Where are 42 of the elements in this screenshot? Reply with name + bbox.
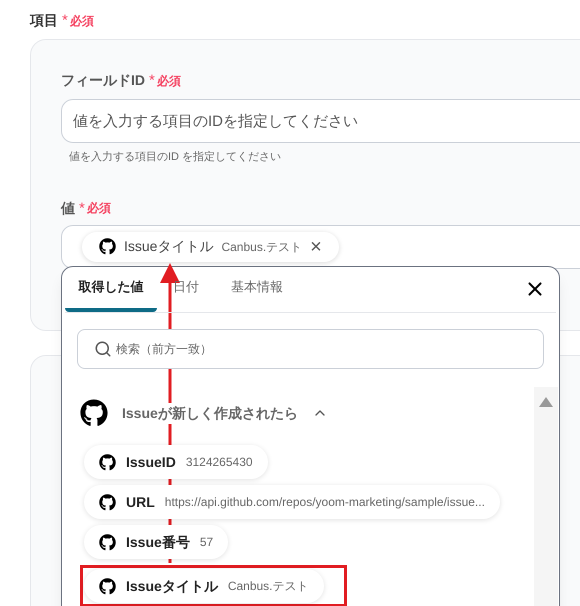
octocat-icon [99,494,116,510]
group-title: Issueが新しく作成されたら [122,402,298,424]
item-name: Issue番号 [126,532,190,552]
item-value: Canbus.テスト [228,578,309,595]
required-asterisk: * [62,13,68,28]
octocat-icon [80,399,108,427]
required-label: 必須 [70,12,94,30]
value-item[interactable]: URL https://api.github.com/repos/yoom-marketing/sample/issue... [84,485,500,519]
required-asterisk: * [149,73,155,88]
octocat-icon [99,238,116,255]
item-value: 3124265430 [186,454,253,471]
field-id-input[interactable]: 値を入力する項目のIDを指定してください [61,99,580,143]
chip-value: Canbus.テスト [221,238,302,256]
chip-name: Issueタイトル [124,237,214,256]
octocat-icon [99,534,116,550]
value-item[interactable]: IssueID 3124265430 [84,445,268,479]
search-input[interactable]: 検索（前方一致） [116,340,527,358]
search-field[interactable]: 検索（前方一致） [77,329,544,369]
item-value: 57 [200,534,214,551]
octocat-icon [99,454,116,470]
required-asterisk: * [79,200,85,216]
field-label: フィールドID [61,71,145,90]
section-label: 項目 [30,11,58,30]
tab[interactable]: 日付 [157,266,215,312]
field-label: 値 [61,198,75,218]
required-label: 必須 [156,72,181,90]
octocat-icon [99,578,116,594]
tab[interactable]: 取得した値 [65,266,157,312]
tab[interactable]: 基本情報 [215,266,299,312]
scrollbar[interactable] [534,387,558,606]
scroll-up-icon[interactable] [539,397,553,407]
item-name: IssueID [126,452,176,472]
item-name: URL [126,492,155,512]
item-name: Issueタイトル [126,576,218,596]
search-icon [94,340,112,358]
value-item[interactable]: Issue番号 57 [84,525,228,559]
chip-close-button[interactable]: × [310,236,322,256]
value-item[interactable]: Issueタイトル Canbus.テスト [84,569,324,603]
field-hint: 値を入力する項目のID を指定してください [69,150,282,165]
item-value: https://api.github.com/repos/yoom-marketing/sample/issue... [164,494,485,511]
required-label: 必須 [86,200,111,217]
value-input[interactable]: Issueタイトル Canbus.テスト × [61,224,580,268]
